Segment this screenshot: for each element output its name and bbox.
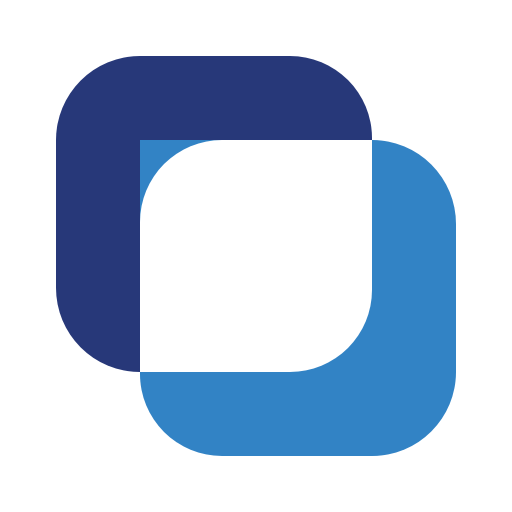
overlapping-rounded-squares-icon <box>56 56 456 456</box>
app-icon-canvas <box>0 0 512 512</box>
inner-cutout-shape <box>140 140 372 372</box>
